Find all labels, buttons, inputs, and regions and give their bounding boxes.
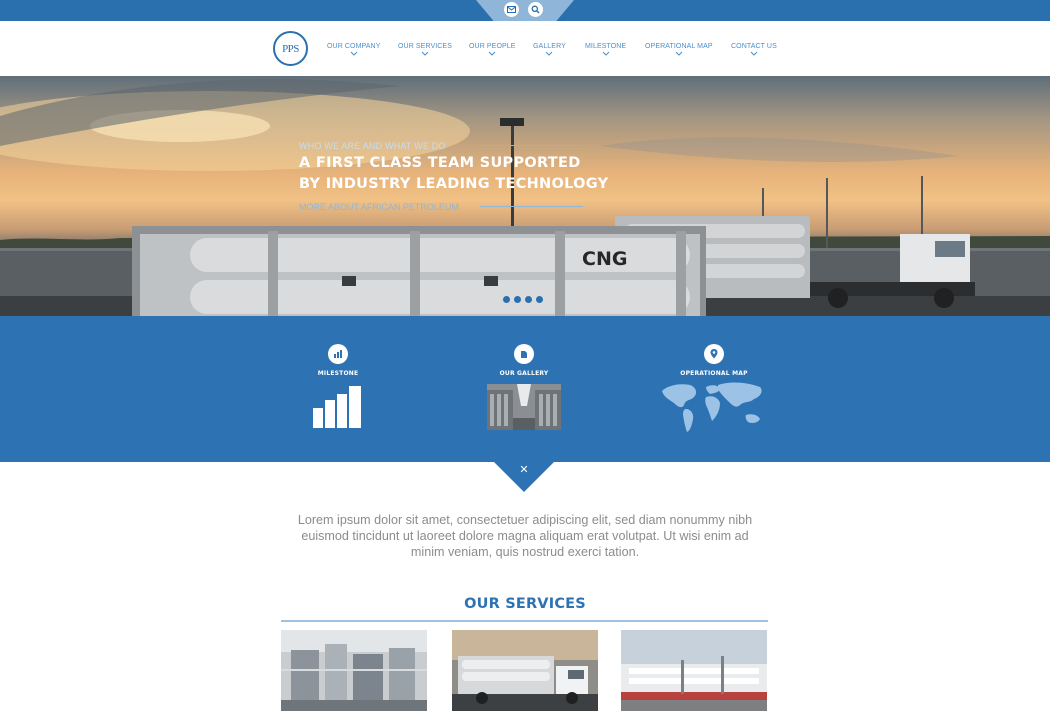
carousel-dot[interactable] (525, 296, 532, 303)
feature-gallery[interactable]: OUR GALLERY (484, 344, 564, 430)
nav-label: MILESTONE (585, 43, 627, 50)
nav-label: OPERATIONAL MAP (645, 43, 713, 50)
nav-item-gallery[interactable]: GALLERY (533, 43, 566, 57)
close-icon[interactable]: ✕ (517, 463, 531, 477)
hero-image: CNG (0, 79, 1050, 316)
nav-label: CONTACT US (731, 43, 777, 50)
gallery-icon (514, 344, 534, 364)
milestone-graphic (313, 386, 361, 428)
nav-label: OUR PEOPLE (469, 43, 516, 50)
search-button[interactable] (528, 2, 543, 17)
feature-milestone[interactable]: MILESTONE (308, 344, 368, 428)
utility-tab (476, 0, 574, 21)
nav-item-milestone[interactable]: MILESTONE (585, 43, 626, 57)
feature-label: OUR GALLERY (499, 370, 549, 377)
logo[interactable]: PPS (273, 31, 308, 66)
world-map-graphic (662, 382, 762, 432)
feature-operational-map[interactable]: OPERATIONAL MAP (660, 344, 768, 433)
chevron-down-icon (675, 51, 683, 56)
nav-label: OUR COMPANY (327, 43, 381, 50)
chevron-down-icon (421, 51, 429, 56)
service-thumbnail-plant[interactable] (281, 630, 427, 711)
nav-label: OUR SERVICES (398, 43, 452, 50)
link-rule (480, 206, 583, 207)
chevron-down-icon (488, 51, 496, 56)
main-navbar (0, 21, 1050, 76)
logo-text: PPS (282, 42, 299, 55)
nav-item-our-people[interactable]: OUR PEOPLE (469, 43, 516, 57)
carousel-dots (503, 296, 543, 303)
map-pin-icon (704, 344, 724, 364)
chevron-down-icon (602, 51, 609, 56)
mail-button[interactable] (504, 2, 519, 17)
search-icon (531, 5, 540, 14)
services-divider (281, 620, 768, 622)
kicker-rule (478, 145, 583, 146)
chevron-down-icon (750, 51, 758, 56)
hero-headline-line-2: BY INDUSTRY LEADING TECHNOLOGY (299, 176, 609, 192)
gallery-thumbnail (487, 384, 561, 430)
hero-more-link[interactable]: MORE ABOUT AFRICAN PETROLEUM (299, 202, 459, 212)
feature-label: MILESTONE (317, 370, 359, 377)
intro-text: Lorem ipsum dolor sit amet, consectetuer… (297, 513, 753, 559)
services-title: OUR SERVICES (464, 596, 586, 612)
carousel-dot[interactable] (514, 296, 521, 303)
chevron-down-icon (350, 51, 358, 56)
service-thumbnail-storage[interactable] (621, 630, 767, 711)
nav-item-our-company[interactable]: OUR COMPANY (327, 43, 380, 57)
nav-item-our-services[interactable]: OUR SERVICES (398, 43, 452, 57)
feature-label: OPERATIONAL MAP (680, 370, 748, 377)
top-bar (0, 0, 1050, 21)
nav-label: GALLERY (533, 43, 566, 50)
bar-chart-icon (328, 344, 348, 364)
chevron-down-icon (546, 51, 553, 56)
service-thumbnail-truck[interactable] (452, 630, 598, 711)
hero-kicker: WHO WE ARE AND WHAT WE DO (299, 141, 446, 151)
hero-banner: CNG (0, 76, 1050, 316)
nav-item-operational-map[interactable]: OPERATIONAL MAP (645, 43, 713, 57)
hero-headline-line-1: A FIRST CLASS TEAM SUPPORTED (299, 155, 581, 171)
truck-label: CNG (582, 248, 627, 270)
nav-item-contact-us[interactable]: CONTACT US (731, 43, 777, 57)
carousel-dot[interactable] (536, 296, 543, 303)
page: PPS OUR COMPANY OUR SERVICES OUR PEOPLE … (0, 0, 1050, 712)
mail-icon (507, 6, 516, 13)
carousel-dot[interactable] (503, 296, 510, 303)
